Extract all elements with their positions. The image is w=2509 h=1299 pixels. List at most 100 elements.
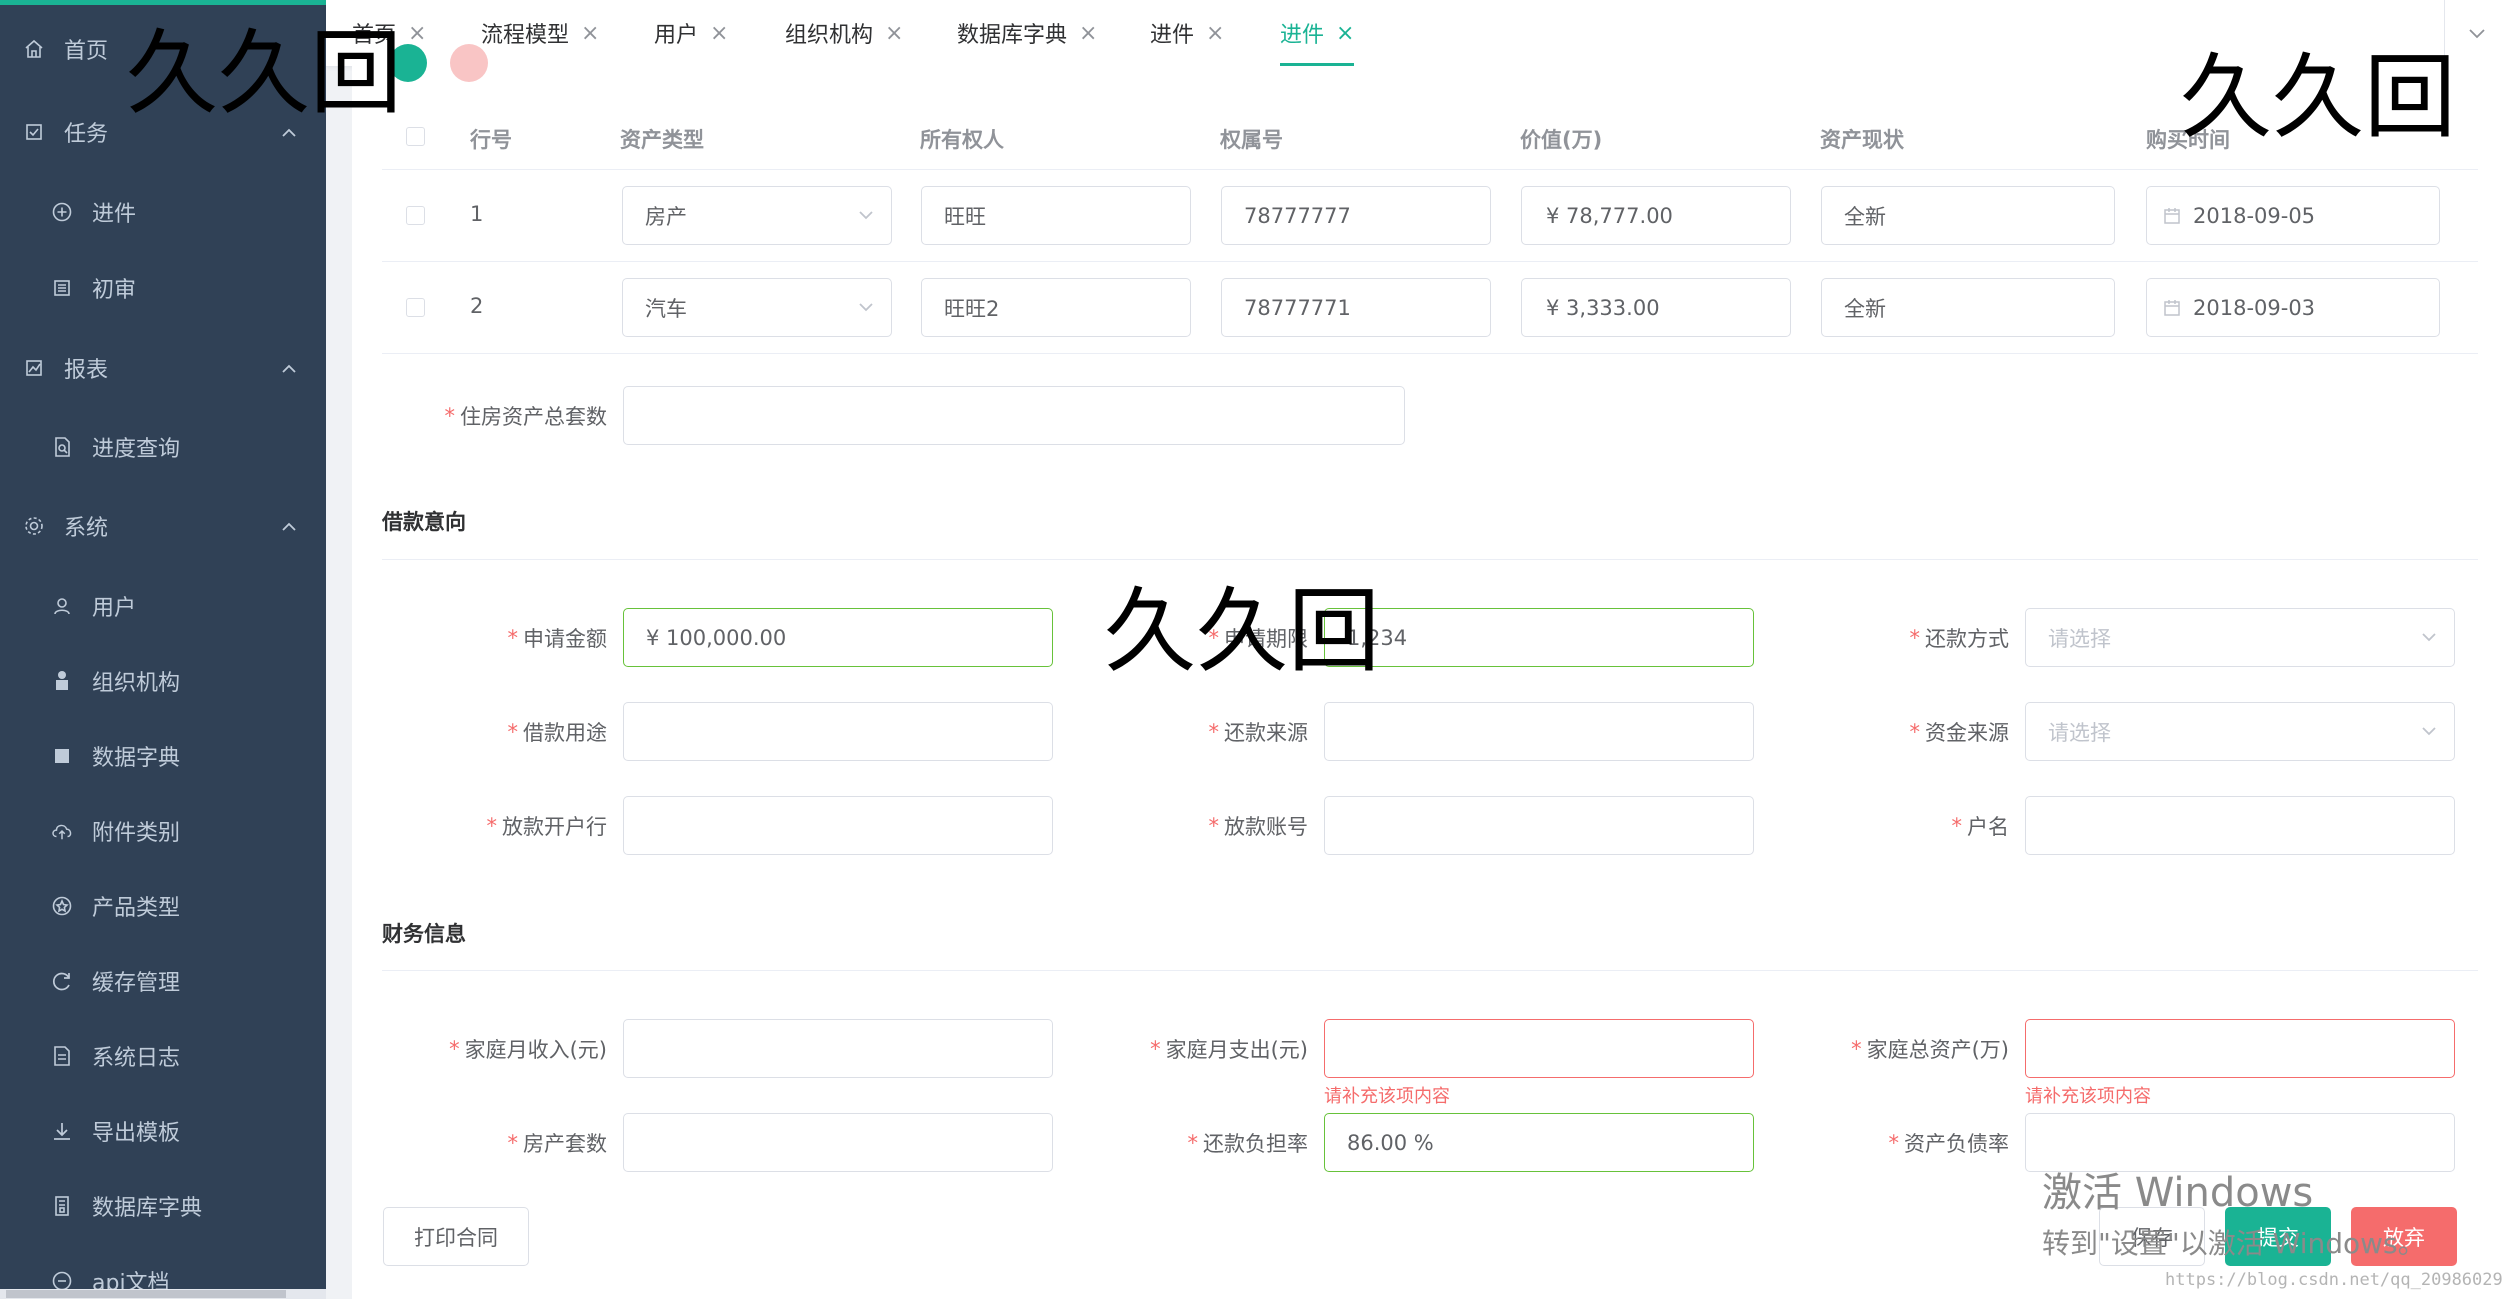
close-icon[interactable]: × xyxy=(1336,21,1354,46)
close-icon[interactable]: × xyxy=(1079,21,1097,46)
col-header-value: 价值(万) xyxy=(1520,128,1603,152)
chevron-up-icon xyxy=(280,356,298,381)
sidebar-item-users[interactable]: 用户 xyxy=(0,570,326,642)
doc-search-icon xyxy=(50,435,74,459)
debt-ratio-label: * 资产负债率 xyxy=(1888,1130,2010,1156)
row-checkbox[interactable] xyxy=(406,298,425,317)
monthly-expense-input[interactable] xyxy=(1324,1019,1754,1078)
loan-term-input[interactable]: 1,234 xyxy=(1324,608,1754,667)
loan-account-input[interactable] xyxy=(1324,796,1754,855)
sidebar-item-intake[interactable]: 进件 xyxy=(0,176,326,248)
monthly-income-label: * 家庭月收入(元) xyxy=(449,1036,607,1062)
close-icon[interactable]: × xyxy=(885,21,903,46)
task-icon xyxy=(22,120,46,144)
account-holder-input[interactable] xyxy=(2025,796,2455,855)
tab-label: 组织机构 xyxy=(785,23,874,48)
row-number: 1 xyxy=(470,202,484,226)
tab-org[interactable]: 组织机构 × xyxy=(785,0,903,66)
owner-input[interactable]: 旺旺 xyxy=(921,186,1191,245)
account-holder-label: * 户名 xyxy=(1951,813,2010,839)
tab-process-model[interactable]: 流程模型 × xyxy=(481,0,599,66)
repay-burden-input[interactable]: 86.00 % xyxy=(1324,1113,1754,1172)
home-icon xyxy=(22,37,46,61)
fund-source-select[interactable]: 请选择 xyxy=(2025,702,2455,761)
sidebar-item-reports[interactable]: 报表 xyxy=(0,332,326,404)
divider xyxy=(382,169,2478,170)
ownership-no-input[interactable]: 78777777 xyxy=(1221,186,1491,245)
purchase-date-picker[interactable]: 2018-09-03 xyxy=(2146,278,2440,337)
download-icon xyxy=(50,1119,74,1143)
house-count-input[interactable] xyxy=(623,1113,1053,1172)
input-value: 78777771 xyxy=(1244,295,1351,320)
asset-type-select[interactable]: 房产 xyxy=(622,186,892,245)
sidebar-item-system[interactable]: 系统 xyxy=(0,490,326,562)
loan-bank-input[interactable] xyxy=(623,796,1053,855)
tab-db-dictionary[interactable]: 数据库字典 × xyxy=(957,0,1097,66)
close-icon[interactable]: × xyxy=(710,21,728,46)
print-contract-button[interactable]: 打印合同 xyxy=(383,1207,529,1266)
section-title-loan: 借款意向 xyxy=(382,510,466,534)
col-header-asset-type: 资产类型 xyxy=(620,128,704,152)
sidebar-item-label: 进度查询 xyxy=(92,437,181,462)
sidebar-item-dictionary[interactable]: 数据字典 xyxy=(0,720,326,792)
sidebar-item-export-template[interactable]: 导出模板 xyxy=(0,1095,326,1167)
tab-intake-2[interactable]: 进件 × xyxy=(1280,0,1355,66)
purchase-date-picker[interactable]: 2018-09-05 xyxy=(2146,186,2440,245)
col-header-row-no: 行号 xyxy=(470,128,512,152)
chevron-down-icon xyxy=(2467,24,2487,43)
fund-source-label: * 资金来源 xyxy=(1909,719,2010,745)
windows-activation-notice: 激活 Windows 转到"设置"以激活 Windows。 xyxy=(2042,1160,2426,1262)
select-placeholder: 请选择 xyxy=(2048,720,2111,745)
asset-status-input[interactable]: 全新 xyxy=(1821,278,2115,337)
scrollbar-thumb[interactable] xyxy=(6,1290,286,1298)
select-all-checkbox[interactable] xyxy=(406,127,425,146)
divider xyxy=(382,970,2478,971)
close-icon[interactable]: × xyxy=(1206,21,1224,46)
row-number: 2 xyxy=(470,294,484,318)
sidebar-item-cache[interactable]: 缓存管理 xyxy=(0,945,326,1017)
asset-status-input[interactable]: 全新 xyxy=(1821,186,2115,245)
sidebar-item-label: 系统日志 xyxy=(92,1046,181,1071)
monthly-income-input[interactable] xyxy=(623,1019,1053,1078)
sidebar-item-system-log[interactable]: 系统日志 xyxy=(0,1020,326,1092)
repay-method-select[interactable]: 请选择 xyxy=(2025,608,2455,667)
sidebar-item-product-type[interactable]: 产品类型 xyxy=(0,870,326,942)
sidebar-item-label: 组织机构 xyxy=(92,671,181,696)
repay-source-input[interactable] xyxy=(1324,702,1754,761)
input-value: 全新 xyxy=(1844,204,1886,229)
input-value: 2018-09-03 xyxy=(2193,295,2316,320)
input-value: 全新 xyxy=(1844,296,1886,321)
sidebar-item-label: 进件 xyxy=(92,202,137,227)
sidebar-item-label: 产品类型 xyxy=(92,896,181,921)
close-icon[interactable]: × xyxy=(581,21,599,46)
asset-type-select[interactable]: 汽车 xyxy=(622,278,892,337)
star-circle-icon xyxy=(50,894,74,918)
ownership-no-input[interactable]: 78777771 xyxy=(1221,278,1491,337)
sidebar-item-attachment-category[interactable]: 附件类别 xyxy=(0,795,326,867)
owner-input[interactable]: 旺旺2 xyxy=(921,278,1191,337)
tab-intake-1[interactable]: 进件 × xyxy=(1150,0,1224,66)
tab-users[interactable]: 用户 × xyxy=(654,0,728,66)
csdn-watermark: https://blog.csdn.net/qq_20986029 xyxy=(2165,1270,2503,1290)
loan-purpose-input[interactable] xyxy=(623,702,1053,761)
housing-total-input[interactable] xyxy=(623,386,1405,445)
tab-label: 进件 xyxy=(1150,23,1195,48)
sidebar-item-progress[interactable]: 进度查询 xyxy=(0,411,326,483)
row-checkbox[interactable] xyxy=(406,206,425,225)
watermark: 久久回 xyxy=(126,20,403,127)
chart-icon xyxy=(22,356,46,380)
loan-amount-input[interactable]: ¥ 100,000.00 xyxy=(623,608,1053,667)
sidebar-scrollbar[interactable] xyxy=(0,1289,326,1299)
user-icon xyxy=(50,594,74,618)
value-input[interactable]: ¥ 3,333.00 xyxy=(1521,278,1791,337)
input-value: 86.00 % xyxy=(1347,1130,1434,1155)
expense-error-message: 请补充该项内容 xyxy=(1324,1086,1450,1107)
sidebar-item-first-review[interactable]: 初审 xyxy=(0,252,326,324)
total-assets-input[interactable] xyxy=(2025,1019,2455,1078)
house-count-label: * 房产套数 xyxy=(507,1130,608,1156)
close-icon[interactable]: × xyxy=(408,21,426,46)
sidebar-item-db-dictionary[interactable]: 数据库字典 xyxy=(0,1170,326,1242)
repay-method-label: * 还款方式 xyxy=(1909,625,2010,651)
sidebar-item-org[interactable]: 组织机构 xyxy=(0,645,326,717)
value-input[interactable]: ¥ 78,777.00 xyxy=(1521,186,1791,245)
